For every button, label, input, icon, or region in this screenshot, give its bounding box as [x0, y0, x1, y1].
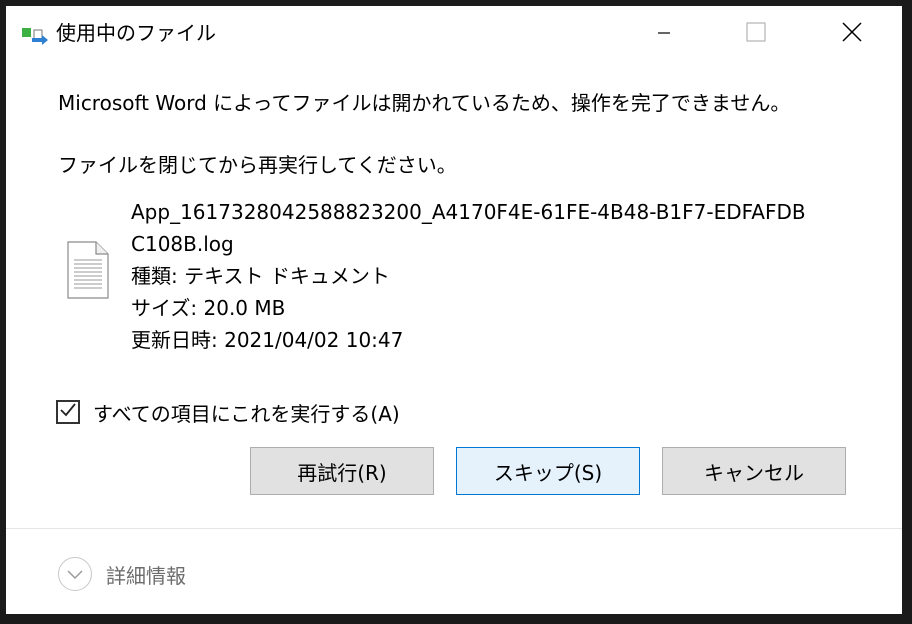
details-label[interactable]: 詳細情報 — [106, 560, 186, 589]
file-size: サイズ: 20.0 MB — [131, 296, 286, 320]
maximize-icon — [746, 22, 766, 46]
close-button[interactable] — [802, 6, 902, 62]
cancel-button[interactable]: キャンセル — [662, 447, 846, 495]
checkbox-box[interactable] — [56, 400, 80, 424]
file-name-line2: C108B.log — [131, 232, 234, 256]
close-icon — [842, 22, 862, 46]
file-type: 種類: テキスト ドキュメント — [131, 264, 390, 288]
minimize-button[interactable] — [618, 6, 710, 62]
instruction-message: ファイルを閉じてから再実行してください。 — [58, 153, 457, 177]
file-info: App_1617328042588823200_A4170F4E-61FE-4B… — [131, 196, 851, 356]
details-expand-button[interactable] — [58, 557, 92, 591]
checkmark-icon — [59, 401, 77, 423]
file-modified: 更新日時: 2021/04/02 10:47 — [131, 328, 404, 352]
chevron-down-icon — [67, 565, 83, 584]
text-document-icon — [64, 240, 112, 300]
minimize-icon — [657, 25, 671, 44]
file-name-line1: App_1617328042588823200_A4170F4E-61FE-4B… — [131, 200, 806, 224]
retry-button[interactable]: 再試行(R) — [250, 447, 434, 495]
background-right — [902, 0, 912, 624]
details-toggle[interactable]: 詳細情報 — [58, 556, 186, 592]
file-move-icon — [20, 24, 50, 48]
title-bar[interactable]: 使用中のファイル — [6, 6, 902, 62]
background-bottom — [0, 614, 912, 624]
window-title: 使用中のファイル — [56, 21, 216, 45]
error-message: Microsoft Word によってファイルは開かれているため、操作を完了でき… — [58, 91, 791, 115]
apply-to-all-checkbox[interactable]: すべての項目にこれを実行する(A) — [56, 397, 400, 427]
maximize-button[interactable] — [710, 6, 802, 62]
file-in-use-dialog: 使用中のファイル Microsoft Word によってファイルは開かれているた… — [6, 6, 902, 614]
divider — [6, 528, 902, 529]
skip-button[interactable]: スキップ(S) — [456, 447, 640, 495]
checkbox-label[interactable]: すべての項目にこれを実行する(A) — [93, 398, 400, 427]
